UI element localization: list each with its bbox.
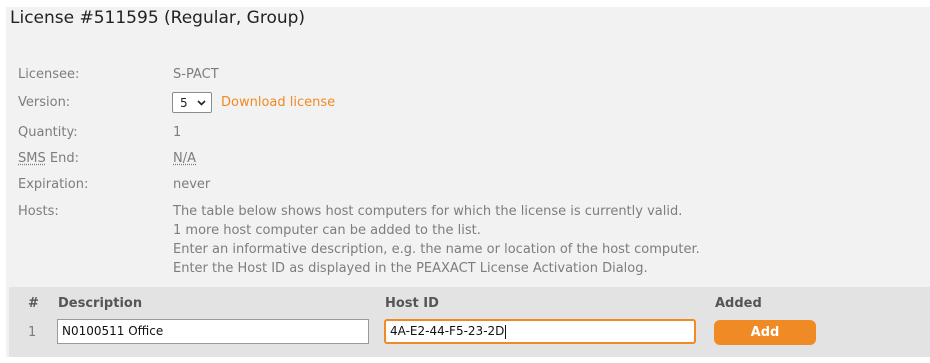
- version-select[interactable]: 5: [172, 92, 212, 113]
- download-license-link[interactable]: Download license: [221, 95, 335, 110]
- license-page: License #511595 (Regular, Group) License…: [0, 0, 930, 363]
- hosts-info-line: 1 more host computer can be added to the…: [173, 223, 481, 238]
- version-label: Version:: [18, 95, 71, 110]
- column-header-added: Added: [715, 296, 762, 311]
- expiration-value: never: [173, 177, 211, 192]
- sms-end-label-rest: End:: [45, 151, 79, 166]
- sms-end-label: SMS End:: [18, 151, 79, 166]
- column-header-description: Description: [58, 296, 143, 311]
- sms-end-value: N/A: [173, 151, 196, 166]
- description-input-value: N0100511 Office: [62, 324, 164, 338]
- add-host-button[interactable]: Add: [714, 320, 816, 345]
- hosts-label: Hosts:: [18, 204, 59, 219]
- hosts-info-line: The table below shows host computers for…: [173, 204, 683, 219]
- licensee-value: S-PACT: [173, 67, 219, 82]
- host-id-input[interactable]: 4A-E2-44-F5-23-2D: [384, 319, 696, 344]
- hosts-info-line: Enter the Host ID as displayed in the PE…: [173, 261, 648, 276]
- text-cursor: [505, 324, 507, 339]
- row-number: 1: [28, 325, 37, 340]
- page-title: License #511595 (Regular, Group): [10, 8, 306, 28]
- description-input[interactable]: N0100511 Office: [57, 319, 369, 344]
- host-id-input-value: 4A-E2-44-F5-23-2D: [390, 324, 505, 338]
- quantity-label: Quantity:: [18, 125, 78, 140]
- licensee-label: Licensee:: [18, 67, 80, 82]
- sms-abbreviation: SMS: [18, 151, 46, 166]
- chevron-down-icon: [197, 100, 206, 106]
- column-header-number: #: [28, 296, 39, 311]
- hosts-info-line: Enter an informative description, e.g. t…: [173, 242, 700, 257]
- version-select-value: 5: [180, 96, 188, 110]
- expiration-label: Expiration:: [18, 177, 89, 192]
- column-header-host-id: Host ID: [385, 296, 439, 311]
- quantity-value: 1: [173, 125, 182, 140]
